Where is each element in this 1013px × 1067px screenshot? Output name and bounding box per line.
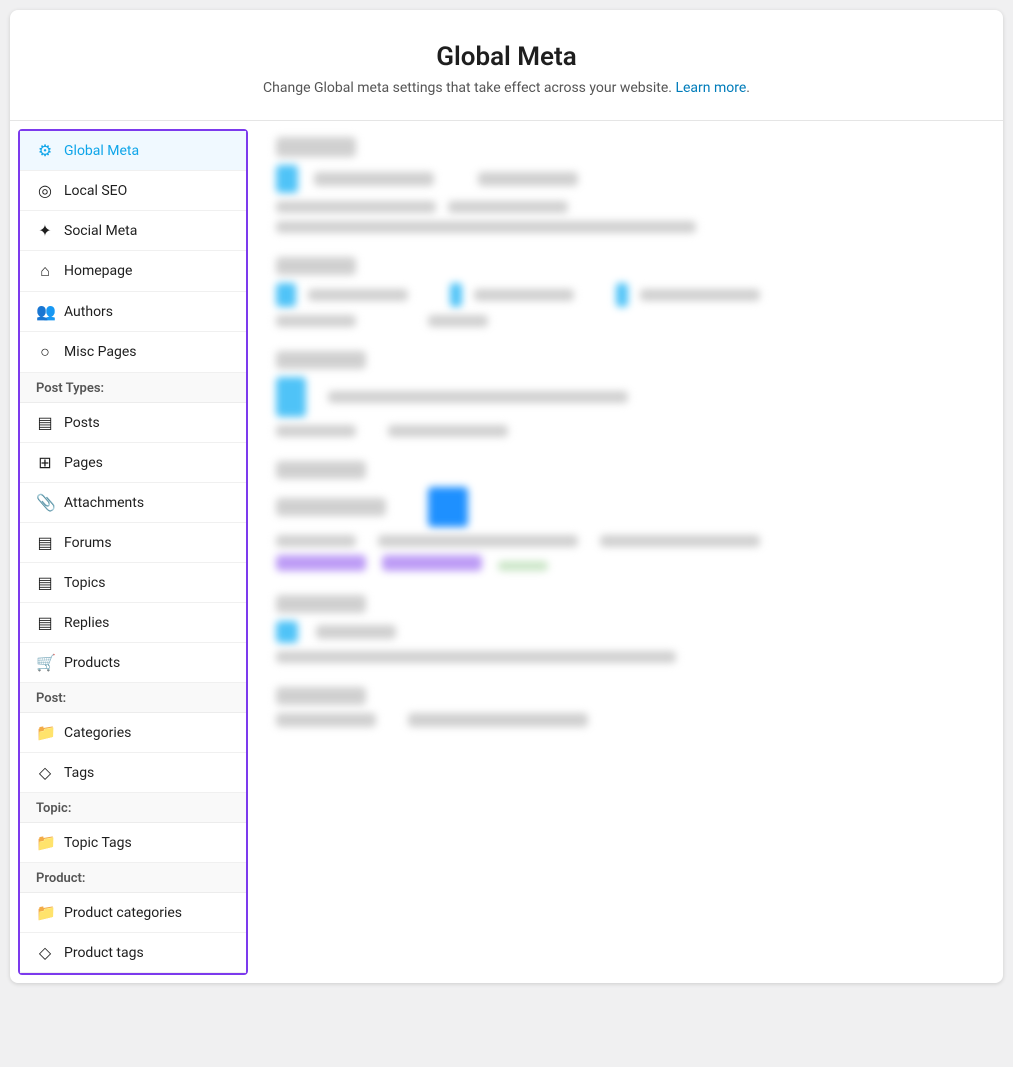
content-row-4 bbox=[276, 461, 983, 571]
sidebar-item-label-product-categories: Product categories bbox=[64, 905, 182, 921]
sidebar-item-authors[interactable]: 👥 Authors bbox=[20, 292, 246, 332]
sidebar-item-forums[interactable]: ▤ Forums bbox=[20, 523, 246, 563]
sidebar-item-label-topics: Topics bbox=[64, 575, 105, 591]
sidebar-header-topic-header: Topic: bbox=[20, 793, 246, 823]
sidebar-item-pages[interactable]: ⊞ Pages bbox=[20, 443, 246, 483]
sidebar-item-label-homepage: Homepage bbox=[64, 263, 132, 279]
main-layout: ⚙ Global Meta ◎ Local SEO ✦ Social Meta ⌂ Homep… bbox=[10, 121, 1003, 983]
attachments-icon: 📎 bbox=[36, 493, 54, 512]
sidebar-item-homepage[interactable]: ⌂ Homepage bbox=[20, 251, 246, 292]
sidebar-item-label-categories: Categories bbox=[64, 725, 131, 741]
pages-icon: ⊞ bbox=[36, 453, 54, 472]
sidebar-item-label-replies: Replies bbox=[64, 615, 109, 631]
sidebar-item-posts[interactable]: ▤ Posts bbox=[20, 403, 246, 443]
sidebar-item-label-social-meta: Social Meta bbox=[64, 223, 137, 239]
forums-icon: ▤ bbox=[36, 533, 54, 552]
sidebar-item-label-tags: Tags bbox=[64, 765, 94, 781]
sidebar-item-attachments[interactable]: 📎 Attachments bbox=[20, 483, 246, 523]
sidebar-item-label-forums: Forums bbox=[64, 535, 112, 551]
sidebar-item-product-categories[interactable]: 📁 Product categories bbox=[20, 893, 246, 933]
content-row-6 bbox=[276, 687, 983, 727]
sidebar-item-label-attachments: Attachments bbox=[64, 495, 144, 511]
sidebar-item-label-pages: Pages bbox=[64, 455, 103, 471]
sidebar-item-global-meta[interactable]: ⚙ Global Meta bbox=[20, 131, 246, 171]
categories-icon: 📁 bbox=[36, 723, 54, 742]
app-container: Global Meta Change Global meta settings … bbox=[10, 10, 1003, 983]
sidebar-item-label-products: Products bbox=[64, 655, 120, 671]
authors-icon: 👥 bbox=[36, 302, 54, 321]
posts-icon: ▤ bbox=[36, 413, 54, 432]
sidebar-item-label-product-tags: Product tags bbox=[64, 945, 144, 961]
homepage-icon: ⌂ bbox=[36, 261, 54, 281]
sidebar-item-misc-pages[interactable]: ○ Misc Pages bbox=[20, 332, 246, 373]
replies-icon: ▤ bbox=[36, 613, 54, 632]
sidebar-item-social-meta[interactable]: ✦ Social Meta bbox=[20, 211, 246, 251]
sidebar-item-tags[interactable]: ◇ Tags bbox=[20, 753, 246, 793]
content-row-2 bbox=[276, 257, 983, 327]
sidebar: ⚙ Global Meta ◎ Local SEO ✦ Social Meta ⌂ Homep… bbox=[18, 129, 248, 975]
sidebar-header-post-types-header: Post Types: bbox=[20, 373, 246, 403]
local-seo-icon: ◎ bbox=[36, 181, 54, 200]
sidebar-item-product-tags[interactable]: ◇ Product tags bbox=[20, 933, 246, 973]
product-categories-icon: 📁 bbox=[36, 903, 54, 922]
sidebar-item-topics[interactable]: ▤ Topics bbox=[20, 563, 246, 603]
main-content bbox=[256, 121, 1003, 983]
sidebar-item-products[interactable]: 🛒 Products bbox=[20, 643, 246, 683]
sidebar-item-label-misc-pages: Misc Pages bbox=[64, 344, 137, 360]
sidebar-header-post-header: Post: bbox=[20, 683, 246, 713]
page-header: Global Meta Change Global meta settings … bbox=[10, 10, 1003, 121]
sidebar-item-label-global-meta: Global Meta bbox=[64, 143, 139, 159]
sidebar-item-categories[interactable]: 📁 Categories bbox=[20, 713, 246, 753]
sidebar-item-local-seo[interactable]: ◎ Local SEO bbox=[20, 171, 246, 211]
sidebar-item-label-local-seo: Local SEO bbox=[64, 183, 127, 199]
global-meta-icon: ⚙ bbox=[36, 141, 54, 160]
sidebar-item-replies[interactable]: ▤ Replies bbox=[20, 603, 246, 643]
products-icon: 🛒 bbox=[36, 653, 54, 672]
topic-tags-icon: 📁 bbox=[36, 833, 54, 852]
content-row-5 bbox=[276, 595, 983, 663]
social-meta-icon: ✦ bbox=[36, 221, 54, 240]
sidebar-item-label-authors: Authors bbox=[64, 304, 113, 320]
content-row-1 bbox=[276, 137, 983, 233]
page-subtitle: Change Global meta settings that take ef… bbox=[30, 80, 983, 96]
tags-icon: ◇ bbox=[36, 763, 54, 782]
topics-icon: ▤ bbox=[36, 573, 54, 592]
sidebar-item-label-topic-tags: Topic Tags bbox=[64, 835, 132, 851]
product-tags-icon: ◇ bbox=[36, 943, 54, 962]
learn-more-link[interactable]: Learn more bbox=[675, 80, 746, 96]
sidebar-header-product-header: Product: bbox=[20, 863, 246, 893]
sidebar-item-topic-tags[interactable]: 📁 Topic Tags bbox=[20, 823, 246, 863]
content-row-3 bbox=[276, 351, 983, 437]
sidebar-item-label-posts: Posts bbox=[64, 415, 100, 431]
misc-pages-icon: ○ bbox=[36, 342, 54, 362]
page-title: Global Meta bbox=[30, 42, 983, 72]
